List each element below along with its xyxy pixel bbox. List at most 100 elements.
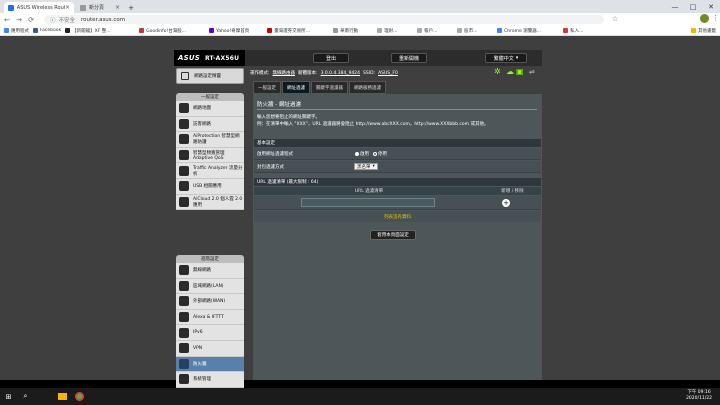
quick-setup-button[interactable]: 網路設定精靈 bbox=[176, 68, 244, 84]
bookmarks-bar: 應用程式 Facebook 【新聞龍】XF 整... Goodinfo!台灣股.… bbox=[0, 26, 720, 36]
bookmark-item[interactable]: 帳戶... bbox=[417, 28, 453, 34]
page-favicon-icon bbox=[80, 4, 86, 11]
basic-config-header: 基本設定 bbox=[254, 139, 541, 147]
reboot-button[interactable]: 重新開機 bbox=[391, 53, 427, 63]
tab-new-page[interactable]: 新分頁 × bbox=[76, 2, 124, 13]
bookmark-item[interactable]: Goodinfo!台灣股... bbox=[139, 28, 205, 34]
back-icon[interactable]: ← bbox=[2, 15, 12, 25]
browser-tab-strip: ASUS Wireless Router RT-AX5... × 新分頁 × +… bbox=[0, 0, 720, 13]
sidebar-item-wan[interactable]: 外部網路(WAN) bbox=[176, 294, 244, 310]
advanced-menu: 無線網路 區域網路(LAN) 外部網路(WAN) Alexa & IFTTT I… bbox=[176, 263, 244, 388]
bookmark-item[interactable]: Chrome 瀏覽器... bbox=[497, 28, 559, 34]
add-icon[interactable]: + bbox=[502, 199, 510, 207]
star-icon[interactable]: ☆ bbox=[612, 15, 618, 23]
shield-icon bbox=[179, 134, 189, 145]
menu-icon[interactable]: ⋮ bbox=[712, 14, 719, 22]
ssid-link[interactable]: ASUS_F0 bbox=[378, 71, 398, 76]
bookmark-item[interactable]: Facebook bbox=[33, 28, 61, 33]
url-keyword-input[interactable] bbox=[301, 198, 435, 207]
bookmark-item[interactable]: 【新聞龍】XF 整... bbox=[65, 28, 135, 34]
clock[interactable]: 下午 09:16 2020/11/22 bbox=[686, 390, 712, 402]
sidebar-item-lan[interactable]: 區域網路(LAN) bbox=[176, 279, 244, 295]
new-tab-button[interactable]: + bbox=[126, 2, 136, 13]
general-menu: 網路地圖 訪客網路 AiProtection 智慧型網路防護 智慧型頻寬管理 A… bbox=[176, 101, 244, 211]
tab-keyword-filter[interactable]: 關鍵字過濾器 bbox=[311, 81, 348, 94]
tab-url-filter[interactable]: 網址過濾 bbox=[282, 81, 310, 94]
bookmark-icon bbox=[377, 28, 383, 33]
tab-label: ASUS Wireless Router RT-AX5... bbox=[16, 4, 65, 11]
chevron-down-icon: ▾ bbox=[515, 55, 519, 61]
forward-icon[interactable]: → bbox=[14, 15, 24, 25]
mode-link[interactable]: 無線路由器 bbox=[273, 70, 296, 76]
sidebar-item-alexa[interactable]: Alexa & IFTTT bbox=[176, 310, 244, 326]
aimesh-icon[interactable]: ✲ bbox=[494, 67, 501, 76]
bookmark-item[interactable]: 私人... bbox=[563, 28, 599, 34]
reload-icon[interactable]: ⟳ bbox=[26, 15, 36, 25]
bookmark-item[interactable]: 臺灣證券交易所... bbox=[267, 28, 329, 34]
bookmark-icon bbox=[139, 28, 145, 33]
url-input[interactable]: ⓘ 不安全 router.asus.com bbox=[44, 15, 604, 24]
divider bbox=[257, 109, 537, 110]
bookmark-item[interactable]: Yahoo!奇摩首頁 bbox=[209, 28, 263, 34]
chevron-down-icon: ▾ bbox=[372, 164, 375, 169]
bookmark-item[interactable]: 應用程式 bbox=[4, 28, 29, 34]
filter-mode-select[interactable]: 黑名單 ▾ bbox=[354, 163, 378, 170]
bookmark-item[interactable]: 股市... bbox=[457, 28, 493, 34]
close-window-button[interactable]: ✕ bbox=[702, 0, 720, 13]
folder-icon bbox=[691, 28, 696, 33]
usb-icon[interactable]: ▣ bbox=[516, 67, 524, 76]
status-bar: 運作模式: 無線路由器 韌體版本: 3.0.0.4.384_9424 SSID:… bbox=[250, 67, 535, 76]
ipv6-icon bbox=[179, 327, 189, 338]
sidebar: 網路設定精靈 一般設定 網路地圖 訪客網路 AiProtection 智慧型網路… bbox=[174, 68, 245, 388]
vpn-icon bbox=[179, 343, 189, 354]
wireless-icon bbox=[179, 265, 189, 276]
cloud-icon[interactable]: ☁ bbox=[506, 67, 514, 76]
enable-row: 啟用網址過濾程式 啟用 停用 bbox=[254, 148, 541, 160]
sidebar-item-traffic-analyzer[interactable]: Traffic Analyzer 流量分析 bbox=[176, 163, 244, 179]
sidebar-item-qos[interactable]: 智慧型頻寬管理 Adaptive QoS bbox=[176, 148, 244, 164]
description: 輸入您想要阻止的網址關鍵字。 例：在清單中輸入 "XXX"，URL 過濾器將會阻… bbox=[257, 115, 489, 127]
sidebar-item-ipv6[interactable]: IPv6 bbox=[176, 325, 244, 341]
language-select[interactable]: 繁體中文 ▾ bbox=[485, 53, 527, 63]
advanced-section-title: 進階設定 bbox=[176, 255, 244, 263]
bookmark-icon bbox=[333, 28, 339, 33]
sidebar-item-vpn[interactable]: VPN bbox=[176, 341, 244, 357]
maximize-button[interactable]: □ bbox=[684, 0, 702, 13]
sidebar-item-firewall[interactable]: 防火牆 bbox=[176, 356, 244, 373]
chrome-icon[interactable] bbox=[71, 388, 88, 405]
profile-avatar[interactable] bbox=[700, 14, 709, 23]
admin-icon bbox=[179, 374, 189, 385]
enable-yes-radio[interactable] bbox=[355, 151, 359, 156]
sidebar-item-administration[interactable]: 系統管理 bbox=[176, 372, 244, 388]
other-bookmarks[interactable]: 其他書籤 bbox=[691, 28, 716, 34]
bookmark-icon bbox=[267, 28, 273, 33]
minimize-button[interactable]: — bbox=[666, 0, 684, 13]
logout-button[interactable]: 登出 bbox=[313, 53, 349, 63]
sidebar-item-usb[interactable]: USB 相關應用 bbox=[176, 179, 244, 195]
bookmark-icon bbox=[457, 28, 463, 33]
sidebar-item-guest-network[interactable]: 訪客網路 bbox=[176, 117, 244, 133]
close-tab-icon[interactable]: × bbox=[115, 4, 120, 11]
tab-router[interactable]: ASUS Wireless Router RT-AX5... × bbox=[4, 2, 74, 13]
apply-button[interactable]: 套用本頁面設定 bbox=[370, 230, 416, 240]
bookmark-item[interactable]: 理財... bbox=[377, 28, 413, 34]
close-tab-icon[interactable]: × bbox=[65, 4, 70, 11]
search-icon[interactable]: ⌕ bbox=[17, 388, 34, 405]
bookmark-item[interactable]: 華南行動 bbox=[333, 28, 373, 34]
sidebar-item-network-map[interactable]: 網路地圖 bbox=[176, 101, 244, 117]
settings-panel: 防火牆 - 網址過濾 輸入您想要阻止的網址關鍵字。 例：在清單中輸入 "XXX"… bbox=[253, 94, 542, 380]
sidebar-item-aicloud[interactable]: AiCloud 2.0 個人雲 2.0 應用 bbox=[176, 195, 244, 211]
firewall-icon bbox=[179, 358, 189, 369]
tab-general[interactable]: 一般設定 bbox=[253, 81, 281, 94]
model-text: RT-AX56U bbox=[205, 54, 240, 62]
firmware-link[interactable]: 3.0.0.4.384_9424 bbox=[321, 71, 360, 76]
start-icon[interactable]: ⊞ bbox=[0, 388, 17, 405]
network-icon[interactable]: ⇌ bbox=[529, 68, 535, 76]
sidebar-item-aiprotection[interactable]: AiProtection 智慧型網路防護 bbox=[176, 132, 244, 148]
yahoo-icon bbox=[209, 28, 215, 33]
tab-network-services-filter[interactable]: 網路服務過濾 bbox=[349, 81, 386, 94]
tab-label: 新分頁 bbox=[89, 5, 105, 11]
file-explorer-icon[interactable] bbox=[54, 388, 71, 405]
sidebar-item-wireless[interactable]: 無線網路 bbox=[176, 263, 244, 279]
enable-no-radio[interactable] bbox=[373, 151, 377, 156]
